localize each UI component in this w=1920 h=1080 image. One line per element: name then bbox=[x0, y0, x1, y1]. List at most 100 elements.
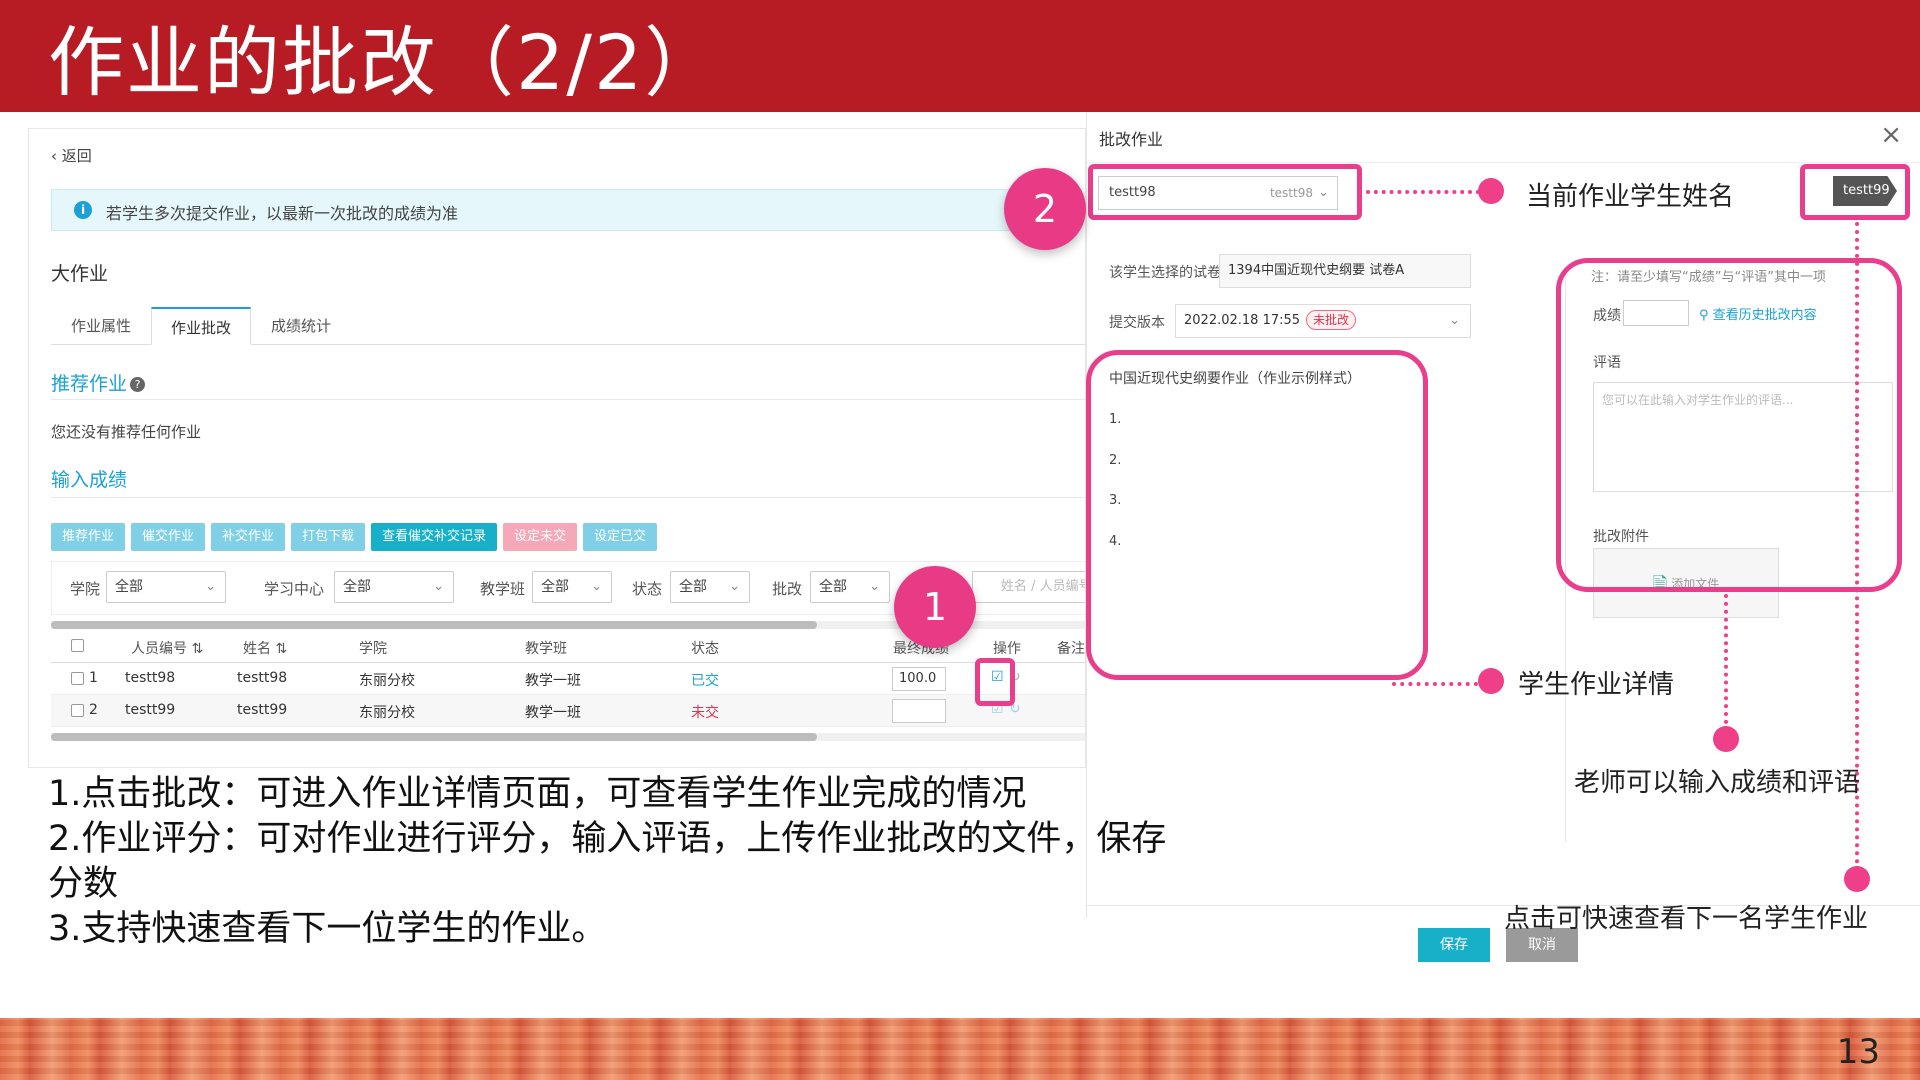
filter-grading-select[interactable]: 全部 ⌄ bbox=[810, 571, 890, 603]
view-records-button[interactable]: 查看催交补交记录 bbox=[371, 523, 497, 551]
tab-statistics[interactable]: 成绩统计 bbox=[251, 307, 351, 345]
horizontal-scrollbar-bottom[interactable] bbox=[51, 733, 1085, 741]
annotation-dot bbox=[1478, 668, 1504, 694]
col-id[interactable]: 人员编号 ⇅ bbox=[131, 638, 203, 658]
step-badge-2: 2 bbox=[1004, 168, 1086, 250]
input-score-title: 输入成绩 bbox=[51, 469, 128, 491]
status-badge: 未批改 bbox=[1306, 310, 1357, 330]
chevron-down-icon: ⌄ bbox=[205, 579, 216, 594]
help-icon[interactable]: ? bbox=[130, 377, 146, 392]
person-id: testt98 bbox=[125, 670, 176, 686]
note-line: 分数 bbox=[48, 864, 119, 904]
slide-title: 作业的批改（2/2） bbox=[48, 18, 723, 107]
scroll-thumb[interactable] bbox=[51, 621, 817, 629]
filter-center-label: 学习中心 bbox=[264, 580, 325, 598]
filter-class-select[interactable]: 全部 ⌄ bbox=[532, 571, 612, 603]
filter-grading-label: 批改 bbox=[772, 580, 803, 598]
chevron-down-icon: ⌄ bbox=[1449, 313, 1460, 328]
filter-class-label: 教学班 bbox=[480, 580, 526, 598]
search-input[interactable]: 姓名 / 人员编号 bbox=[972, 571, 1085, 603]
highlight-grade-icon bbox=[975, 658, 1015, 706]
paper-field: 1394中国近现代史纲要 试卷A bbox=[1219, 254, 1471, 288]
paper-label: 该学生选择的试卷 bbox=[1109, 265, 1221, 281]
dialog-title: 批改作业 bbox=[1099, 130, 1164, 149]
note-line: 1.点击批改：可进入作业详情页面，可查看学生作业完成的情况 bbox=[48, 774, 1027, 814]
chevron-down-icon: ⌄ bbox=[869, 579, 880, 594]
version-select[interactable]: 2022.02.18 17:55 未批改 ⌄ bbox=[1175, 304, 1471, 338]
divider bbox=[51, 399, 1085, 400]
filter-status-label: 状态 bbox=[632, 580, 663, 598]
dotted-connector bbox=[1724, 594, 1728, 724]
table-row: 1 testt98 testt98 东丽分校 教学一班 已交 100.0 ☑ ↻ bbox=[51, 663, 1085, 695]
annotation-dot bbox=[1844, 866, 1870, 892]
score-input[interactable] bbox=[892, 699, 946, 723]
chevron-down-icon: ⌄ bbox=[729, 579, 740, 594]
highlight-next-button bbox=[1800, 164, 1910, 220]
col-college: 学院 bbox=[359, 641, 387, 657]
resubmit-button[interactable]: 补交作业 bbox=[211, 523, 285, 551]
recommend-empty-text: 您还没有推荐任何作业 bbox=[51, 423, 202, 441]
footer-bar bbox=[0, 1018, 1920, 1080]
college: 东丽分校 bbox=[359, 705, 415, 721]
note-line: 3.支持快速查看下一位学生的作业。 bbox=[48, 909, 607, 949]
highlight-paper-detail bbox=[1086, 350, 1428, 680]
highlight-score-comment bbox=[1556, 258, 1902, 592]
row-checkbox[interactable] bbox=[71, 672, 84, 685]
tab-bar: 作业属性 作业批改 成绩统计 bbox=[51, 307, 1085, 345]
version-label: 提交版本 bbox=[1109, 315, 1165, 331]
tab-properties[interactable]: 作业属性 bbox=[51, 307, 151, 345]
col-name[interactable]: 姓名 ⇅ bbox=[243, 638, 287, 658]
note-line: 2.作业评分：可对作业进行评分，输入评语，上传作业批改的文件，保存 bbox=[48, 819, 1167, 859]
close-icon[interactable]: × bbox=[1880, 120, 1902, 150]
annotation-teacher-input: 老师可以输入成绩和评语 bbox=[1574, 768, 1861, 798]
page-number: 13 bbox=[1836, 1032, 1880, 1072]
recommend-title: 推荐作业? bbox=[51, 369, 146, 396]
row-number: 2 bbox=[89, 702, 98, 718]
info-icon: i bbox=[74, 201, 92, 219]
back-link[interactable]: ‹ 返回 bbox=[51, 145, 92, 166]
notice-text: 若学生多次提交作业，以最新一次批改的成绩为准 bbox=[106, 204, 459, 223]
header-bar: 作业的批改（2/2） bbox=[0, 0, 1920, 112]
annotation-next-student: 点击可快速查看下一名学生作业 bbox=[1504, 904, 1869, 934]
filter-center-select[interactable]: 全部 ⌄ bbox=[334, 571, 454, 603]
status-submitted: 已交 bbox=[691, 673, 719, 689]
score-input[interactable]: 100.0 bbox=[892, 667, 946, 691]
divider bbox=[51, 497, 1085, 498]
save-button[interactable]: 保存 bbox=[1418, 928, 1490, 962]
col-status: 状态 bbox=[691, 641, 719, 657]
set-submitted-button[interactable]: 设定已交 bbox=[583, 523, 657, 551]
col-class: 教学班 bbox=[525, 641, 567, 657]
col-remark: 备注 bbox=[1057, 641, 1085, 657]
dotted-connector bbox=[1392, 682, 1478, 686]
chevron-down-icon: ⌄ bbox=[591, 579, 602, 594]
urge-button[interactable]: 催交作业 bbox=[131, 523, 205, 551]
divider bbox=[1087, 162, 1920, 163]
dotted-connector bbox=[1366, 190, 1480, 194]
chevron-down-icon: ⌄ bbox=[433, 579, 444, 594]
select-all-checkbox[interactable] bbox=[71, 639, 84, 652]
row-checkbox[interactable] bbox=[71, 704, 84, 717]
filter-status-select[interactable]: 全部 ⌄ bbox=[670, 571, 750, 603]
set-unsubmitted-button[interactable]: 设定未交 bbox=[503, 523, 577, 551]
col-operation: 操作 bbox=[993, 641, 1021, 657]
recommend-button[interactable]: 推荐作业 bbox=[51, 523, 125, 551]
highlight-student-select bbox=[1088, 164, 1362, 220]
annotation-detail: 学生作业详情 bbox=[1518, 670, 1675, 700]
info-notice: i 若学生多次提交作业，以最新一次批改的成绩为准 bbox=[51, 189, 1071, 231]
grading-list-screen: ‹ 返回 i 若学生多次提交作业，以最新一次批改的成绩为准 大作业 作业属性 作… bbox=[28, 128, 1086, 768]
row-number: 1 bbox=[89, 670, 98, 686]
notes: 1.点击批改：可进入作业详情页面，可查看学生作业完成的情况 2.作业评分：可对作… bbox=[48, 772, 1248, 952]
scroll-thumb[interactable] bbox=[51, 733, 817, 741]
annotation-current-student: 当前作业学生姓名 bbox=[1526, 182, 1735, 212]
homework-title: 大作业 bbox=[51, 263, 109, 285]
download-button[interactable]: 打包下载 bbox=[291, 523, 365, 551]
tab-grading[interactable]: 作业批改 bbox=[151, 307, 251, 345]
person-name: testt98 bbox=[237, 670, 288, 686]
filter-college-select[interactable]: 全部 ⌄ bbox=[106, 571, 226, 603]
class-name: 教学一班 bbox=[525, 673, 581, 689]
slide: 作业的批改（2/2） ‹ 返回 i 若学生多次提交作业，以最新一次批改的成绩为准… bbox=[0, 0, 1920, 1080]
step-badge-1: 1 bbox=[894, 566, 976, 648]
person-name: testt99 bbox=[237, 702, 288, 718]
annotation-dot bbox=[1478, 178, 1504, 204]
college: 东丽分校 bbox=[359, 673, 415, 689]
